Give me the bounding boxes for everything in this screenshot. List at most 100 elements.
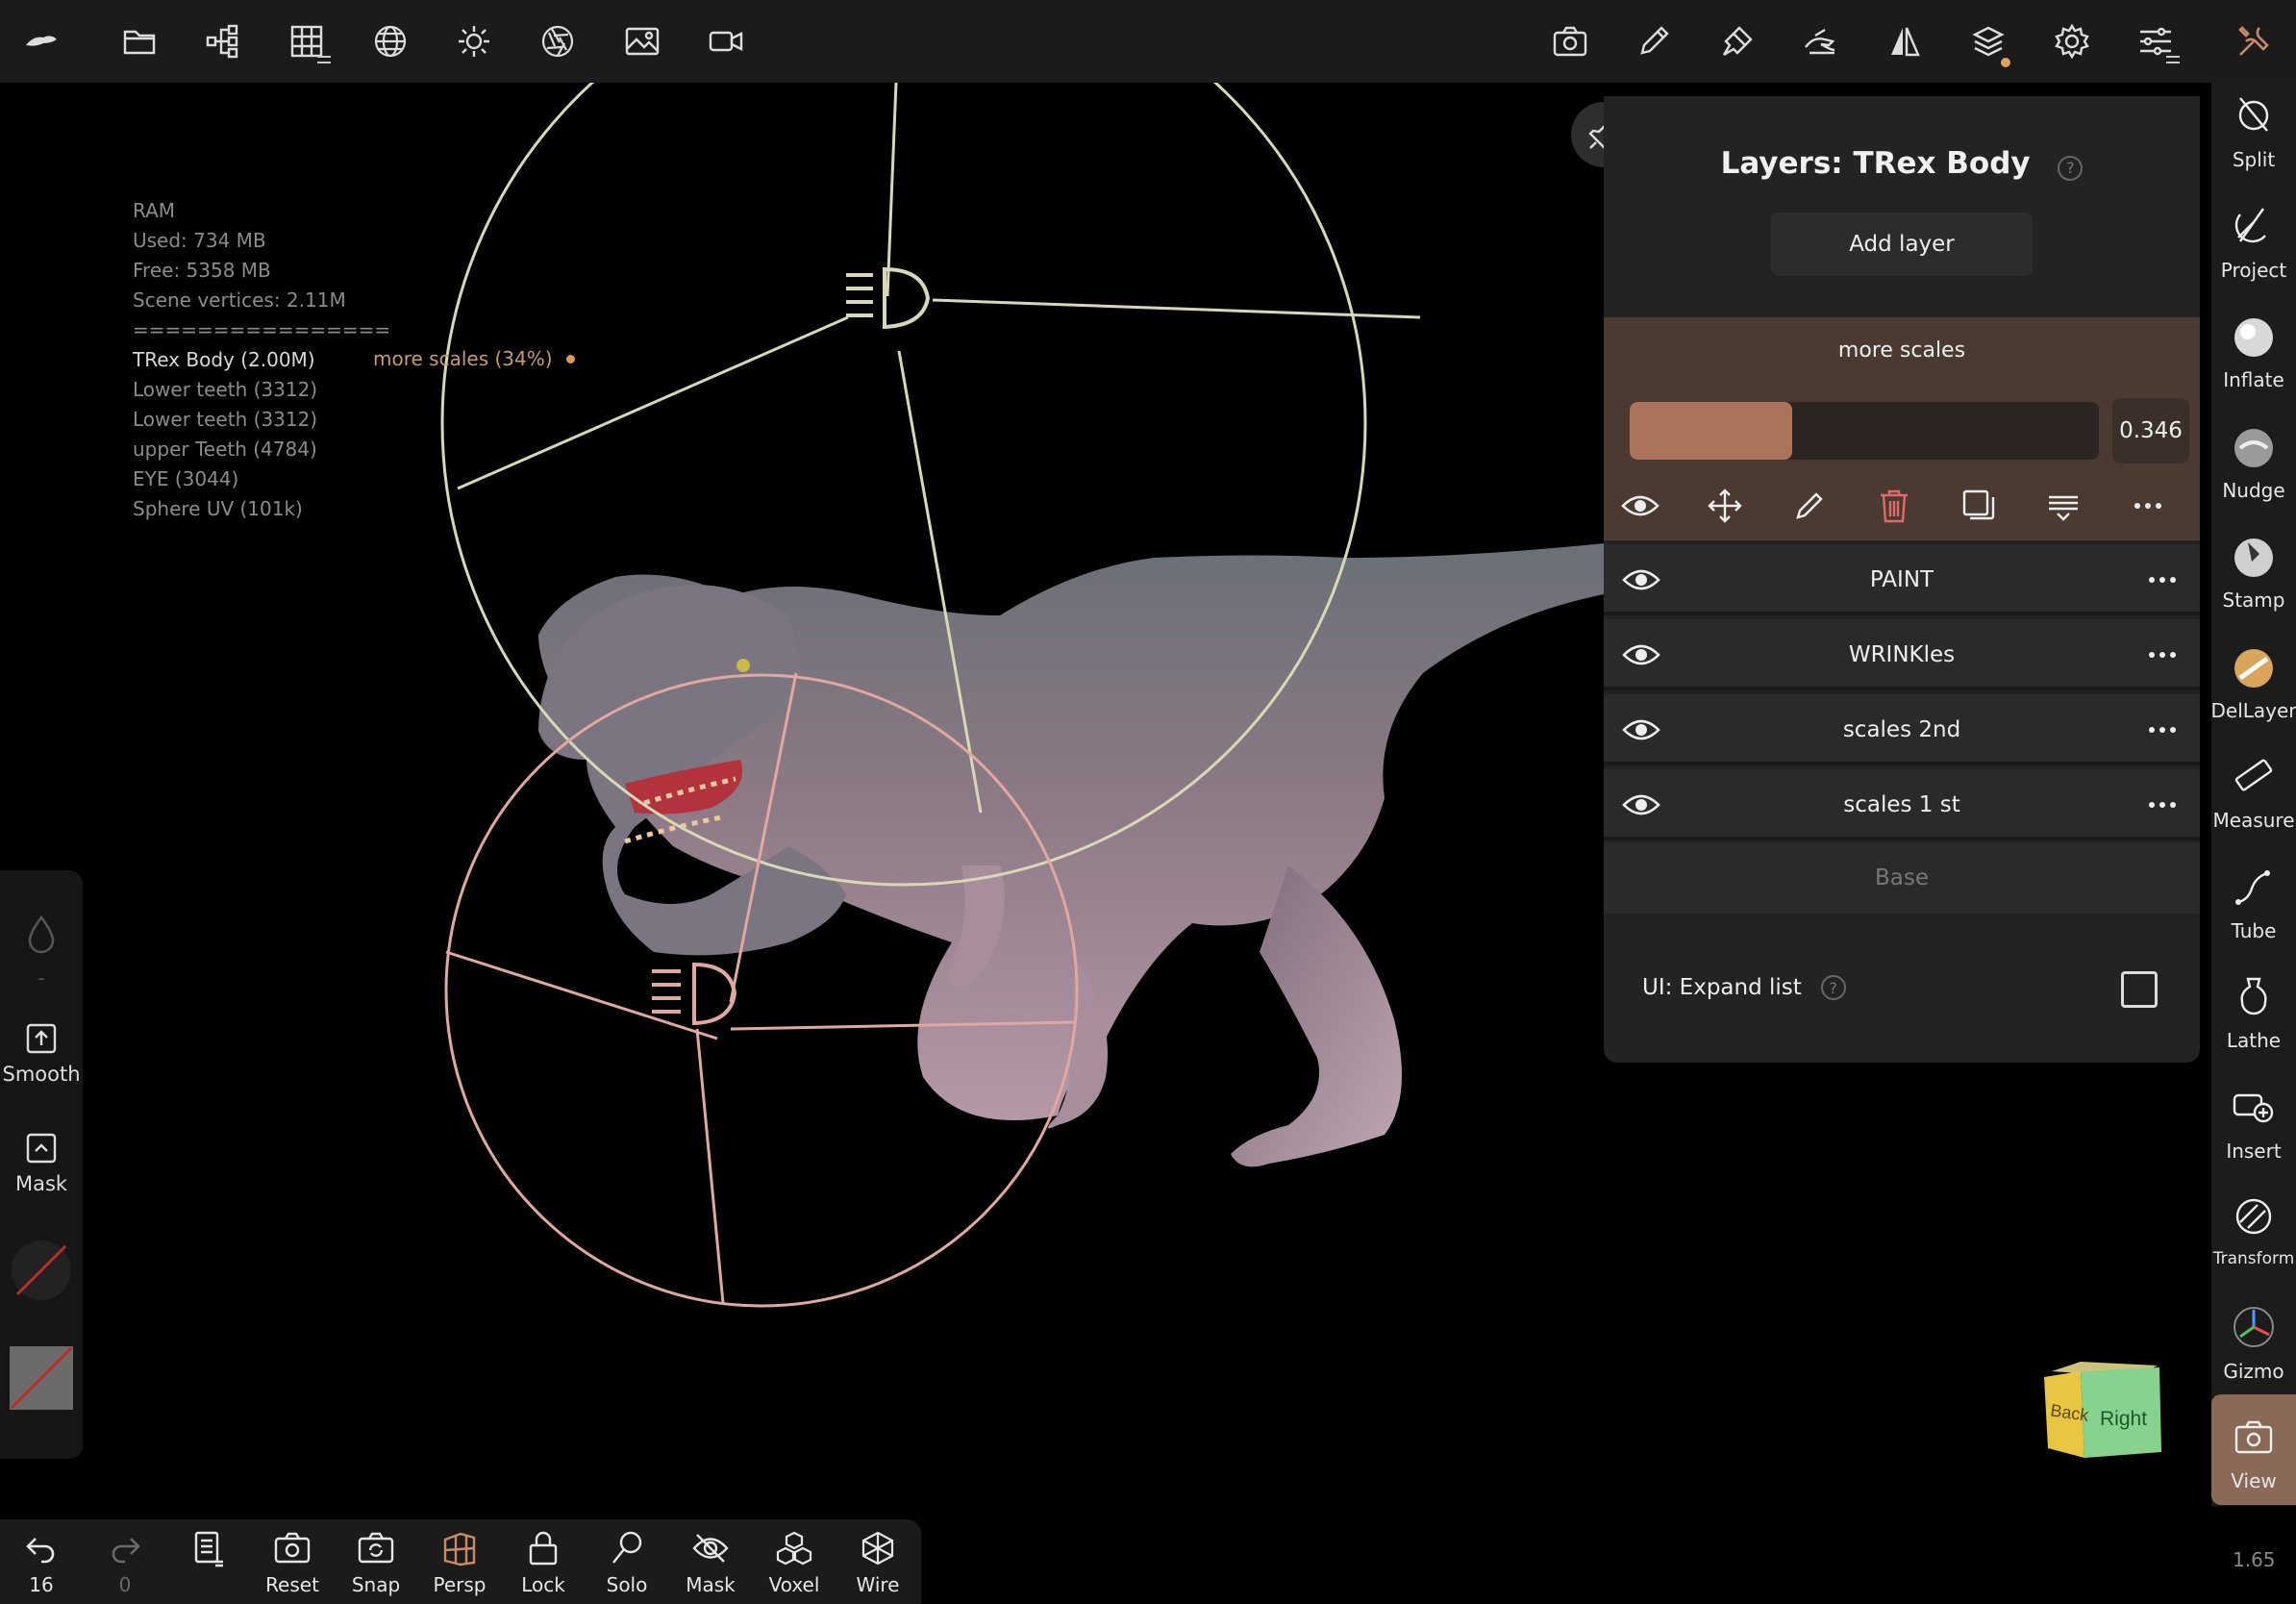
camera-aperture-icon[interactable] bbox=[530, 13, 586, 69]
tool-insert-button[interactable]: Insert bbox=[2211, 1080, 2296, 1163]
history-button[interactable] bbox=[169, 1527, 246, 1569]
material-swatch-empty[interactable] bbox=[10, 1239, 73, 1302]
solo-button[interactable]: Solo bbox=[588, 1527, 665, 1596]
stroke-brush-icon[interactable] bbox=[1710, 13, 1765, 69]
edit-pencil-icon[interactable] bbox=[1783, 479, 1836, 533]
background-image-icon[interactable] bbox=[614, 13, 670, 69]
lock-button[interactable]: Lock bbox=[505, 1527, 582, 1596]
active-layer-actions bbox=[1604, 479, 2200, 533]
eye-icon[interactable] bbox=[1617, 631, 1665, 679]
merge-down-icon[interactable] bbox=[2036, 479, 2090, 533]
undo-count: 16 bbox=[29, 1573, 54, 1596]
tool-split-button[interactable]: Split bbox=[2211, 88, 2296, 171]
eye-icon[interactable] bbox=[1617, 556, 1665, 604]
layer-intensity-value[interactable]: 0.346 bbox=[2112, 398, 2189, 464]
tool-dellayer-button[interactable]: DelLayer bbox=[2210, 639, 2296, 722]
duplicate-icon[interactable] bbox=[1952, 479, 2006, 533]
tool-measure-button[interactable]: Measure bbox=[2211, 749, 2296, 832]
reset-label: Reset bbox=[265, 1573, 319, 1596]
tool-inflate-button[interactable]: Inflate bbox=[2211, 309, 2296, 391]
scene-stats: RAM Used: 734 MB Free: 5358 MB Scene ver… bbox=[133, 196, 390, 524]
layer-row[interactable]: scales 2nd bbox=[1604, 694, 2200, 765]
folder-icon[interactable] bbox=[112, 13, 167, 69]
tool-gizmo-button[interactable]: Gizmo bbox=[2211, 1300, 2296, 1383]
redo-button[interactable]: 0 bbox=[87, 1527, 163, 1596]
settings-gear-icon[interactable] bbox=[2044, 13, 2100, 69]
tool-project-button[interactable]: Project bbox=[2211, 199, 2296, 282]
mask-label: Mask bbox=[14, 1172, 68, 1195]
brush-falloff-button[interactable] bbox=[0, 914, 83, 956]
smooth-icon bbox=[26, 1023, 57, 1054]
layer-intensity-slider[interactable] bbox=[1630, 402, 2099, 460]
color-swatch-empty[interactable] bbox=[10, 1346, 73, 1410]
insert-icon bbox=[2227, 1080, 2281, 1134]
reset-camera-icon bbox=[271, 1527, 313, 1569]
tools-icon[interactable] bbox=[2226, 13, 2282, 69]
split-icon bbox=[2227, 88, 2281, 142]
eye-icon[interactable] bbox=[1617, 706, 1665, 754]
scene-tree-icon[interactable] bbox=[195, 13, 251, 69]
mesh-item: upper Teeth (4784) bbox=[133, 438, 317, 461]
reset-camera-button[interactable]: Reset bbox=[254, 1527, 331, 1596]
active-layer-block[interactable]: more scales 0.346 bbox=[1604, 317, 2200, 540]
eye-icon[interactable] bbox=[1613, 479, 1667, 533]
snap-button[interactable]: Snap bbox=[337, 1527, 414, 1596]
symmetry-icon[interactable] bbox=[1877, 13, 1933, 69]
trash-icon[interactable] bbox=[1867, 479, 1921, 533]
help-icon[interactable]: ? bbox=[2058, 155, 2084, 181]
pencil-icon[interactable] bbox=[1626, 13, 1682, 69]
more-options-icon[interactable] bbox=[2138, 556, 2186, 604]
expand-list-checkbox[interactable] bbox=[2121, 971, 2158, 1008]
move-icon[interactable] bbox=[1698, 479, 1752, 533]
tool-tube-button[interactable]: Tube bbox=[2211, 860, 2296, 942]
layer-row[interactable]: WRINKles bbox=[1604, 619, 2200, 690]
more-options-icon[interactable] bbox=[2138, 631, 2186, 679]
layers-panel-title: Layers: TRex Body ? bbox=[1604, 146, 2200, 181]
topology-grid-icon[interactable] bbox=[279, 13, 335, 69]
eye-icon[interactable] bbox=[1617, 781, 1665, 829]
tool-lathe-button[interactable]: Lathe bbox=[2211, 969, 2296, 1052]
layer-row[interactable]: scales 1 st bbox=[1604, 769, 2200, 840]
view-camera-icon bbox=[2227, 1410, 2281, 1464]
tube-icon bbox=[2227, 860, 2281, 914]
smooth-button[interactable]: Smooth bbox=[0, 1022, 83, 1086]
add-layer-button[interactable]: Add layer bbox=[1771, 213, 2033, 276]
lock-label: Lock bbox=[521, 1573, 565, 1596]
ram-free: Free: 5358 MB bbox=[133, 259, 271, 282]
tool-transform-button[interactable]: Transform bbox=[2211, 1190, 2296, 1268]
undo-button[interactable]: 16 bbox=[3, 1527, 80, 1596]
view-cube[interactable]: Back Right bbox=[2042, 1358, 2163, 1464]
layer-row[interactable]: PAINT bbox=[1604, 544, 2200, 615]
more-options-icon[interactable] bbox=[2138, 706, 2186, 754]
mask-icon bbox=[26, 1133, 57, 1164]
perspective-button[interactable]: Persp bbox=[421, 1527, 498, 1596]
active-indicator-dot bbox=[2001, 58, 2010, 67]
more-options-icon[interactable] bbox=[2138, 781, 2186, 829]
cube-right-label: Right bbox=[2100, 1408, 2147, 1430]
material-sphere-icon[interactable] bbox=[362, 13, 418, 69]
layers-icon[interactable] bbox=[1960, 13, 2016, 69]
active-layer-name: more scales bbox=[1837, 338, 1966, 363]
more-options-icon[interactable] bbox=[2121, 479, 2175, 533]
wireframe-button[interactable]: Wire bbox=[839, 1527, 916, 1596]
app-logo-icon[interactable] bbox=[13, 13, 69, 69]
painting-hand-icon[interactable] bbox=[1793, 13, 1849, 69]
tool-nudge-button[interactable]: Nudge bbox=[2211, 419, 2296, 502]
sliders-icon[interactable] bbox=[2128, 13, 2184, 69]
ram-label: RAM bbox=[133, 199, 176, 222]
mask-visibility-button[interactable]: Mask bbox=[672, 1527, 749, 1596]
screenshot-camera-icon[interactable] bbox=[1542, 13, 1598, 69]
video-icon[interactable] bbox=[698, 13, 754, 69]
ruler-icon bbox=[2227, 749, 2281, 803]
light-sun-icon[interactable] bbox=[446, 13, 502, 69]
tool-view-button[interactable]: View bbox=[2211, 1410, 2296, 1492]
active-layer-note: more scales (34%) bbox=[373, 347, 575, 370]
voxel-button[interactable]: Voxel bbox=[756, 1527, 833, 1596]
transform-icon bbox=[2227, 1190, 2281, 1243]
dellayer-icon bbox=[2227, 639, 2281, 693]
mask-tool-button[interactable]: Mask bbox=[0, 1132, 83, 1195]
base-layer[interactable]: Base bbox=[1604, 842, 2200, 914]
tool-stamp-button[interactable]: Stamp bbox=[2211, 529, 2296, 612]
help-icon[interactable]: ? bbox=[1820, 975, 1846, 1000]
history-book-icon bbox=[187, 1527, 229, 1569]
